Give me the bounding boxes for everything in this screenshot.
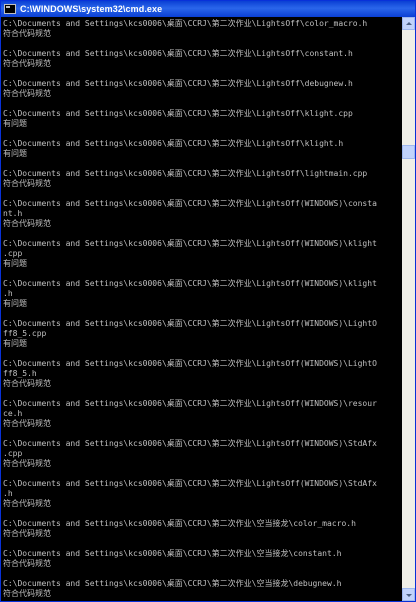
console-line: .h xyxy=(3,289,13,298)
console-line: .cpp xyxy=(3,449,23,458)
console-line: C:\Documents and Settings\kcs0006\桌面\CCR… xyxy=(3,19,368,28)
console-line: 有问题 xyxy=(3,119,27,128)
console-line: 符合代码规范 xyxy=(3,219,51,228)
console-line: ce.h xyxy=(3,409,23,418)
console-line: C:\Documents and Settings\kcs0006\桌面\CCR… xyxy=(3,199,377,208)
scroll-down-arrow-icon[interactable] xyxy=(402,588,415,601)
console-line: 符合代码规范 xyxy=(3,29,51,38)
console-line: 有问题 xyxy=(3,149,27,158)
console-text: C:\Documents and Settings\kcs0006\桌面\CCR… xyxy=(1,17,402,599)
console-line: 有问题 xyxy=(3,339,27,348)
console-line: C:\Documents and Settings\kcs0006\桌面\CCR… xyxy=(3,319,377,328)
console-line: 符合代码规范 xyxy=(3,179,51,188)
cmd-console-icon[interactable] xyxy=(4,4,16,14)
console-line: 符合代码规范 xyxy=(3,459,51,468)
console-line: 符合代码规范 xyxy=(3,589,51,598)
console-line: C:\Documents and Settings\kcs0006\桌面\CCR… xyxy=(3,579,342,588)
console-line: nt.h xyxy=(3,209,23,218)
console-line: 符合代码规范 xyxy=(3,419,51,428)
console-line: 有问题 xyxy=(3,299,27,308)
title-bar[interactable]: C:\WINDOWS\system32\cmd.exe xyxy=(1,1,415,17)
console-line: C:\Documents and Settings\kcs0006\桌面\CCR… xyxy=(3,399,377,408)
console-line: .cpp xyxy=(3,249,23,258)
console-output[interactable]: C:\Documents and Settings\kcs0006\桌面\CCR… xyxy=(1,17,402,601)
console-line: C:\Documents and Settings\kcs0006\桌面\CCR… xyxy=(3,79,353,88)
console-line: 符合代码规范 xyxy=(3,499,51,508)
console-line: C:\Documents and Settings\kcs0006\桌面\CCR… xyxy=(3,549,342,558)
console-line: C:\Documents and Settings\kcs0006\桌面\CCR… xyxy=(3,109,353,118)
console-line: 有问题 xyxy=(3,259,27,268)
console-line: C:\Documents and Settings\kcs0006\桌面\CCR… xyxy=(3,49,353,58)
console-line: C:\Documents and Settings\kcs0006\桌面\CCR… xyxy=(3,479,377,488)
console-line: ff8_5.cpp xyxy=(3,329,47,338)
console-line: .h xyxy=(3,489,13,498)
scroll-up-arrow-icon[interactable] xyxy=(402,17,415,30)
cmd-window: C:\WINDOWS\system32\cmd.exe C:\Documents… xyxy=(0,0,416,602)
console-line: 符合代码规范 xyxy=(3,559,51,568)
console-line: 符合代码规范 xyxy=(3,379,51,388)
window-title: C:\WINDOWS\system32\cmd.exe xyxy=(20,4,163,14)
vertical-scrollbar[interactable] xyxy=(402,17,415,601)
console-line: 符合代码规范 xyxy=(3,529,51,538)
console-line: C:\Documents and Settings\kcs0006\桌面\CCR… xyxy=(3,279,377,288)
console-line: C:\Documents and Settings\kcs0006\桌面\CCR… xyxy=(3,139,344,148)
console-line: 符合代码规范 xyxy=(3,59,51,68)
console-line: C:\Documents and Settings\kcs0006\桌面\CCR… xyxy=(3,519,356,528)
console-line: ff8_5.h xyxy=(3,369,37,378)
console-line: 符合代码规范 xyxy=(3,89,51,98)
scroll-thumb[interactable] xyxy=(402,145,415,159)
console-line: C:\Documents and Settings\kcs0006\桌面\CCR… xyxy=(3,169,368,178)
console-line: C:\Documents and Settings\kcs0006\桌面\CCR… xyxy=(3,439,377,448)
console-line: C:\Documents and Settings\kcs0006\桌面\CCR… xyxy=(3,239,377,248)
console-line: C:\Documents and Settings\kcs0006\桌面\CCR… xyxy=(3,359,377,368)
